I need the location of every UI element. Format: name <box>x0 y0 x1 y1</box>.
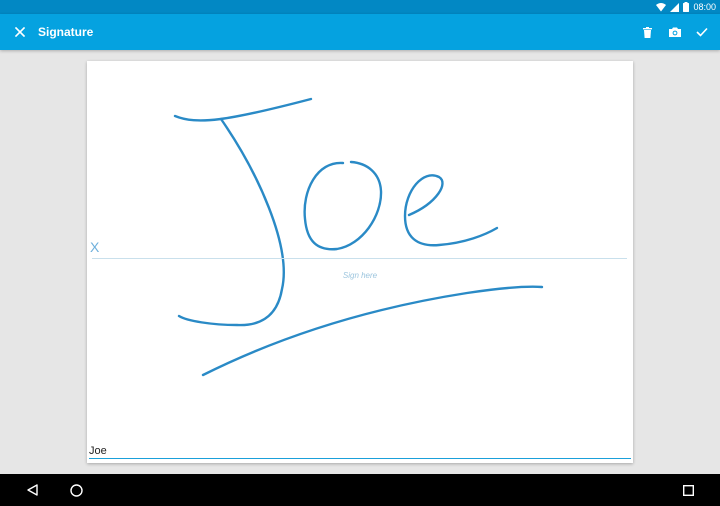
signature-card: X Sign here <box>87 61 633 463</box>
stroke-j-stem <box>177 117 285 327</box>
home-icon <box>69 483 83 497</box>
signal-icon <box>670 2 680 12</box>
status-bar: 08:00 <box>0 0 720 14</box>
stroke-o <box>303 160 383 251</box>
toolbar-title: Signature <box>38 25 94 39</box>
battery-icon <box>683 2 690 12</box>
signature-strokes <box>173 97 544 377</box>
close-icon <box>15 27 25 37</box>
recents-icon <box>682 484 694 496</box>
stroke-e <box>403 174 499 247</box>
stroke-j-top <box>173 97 313 122</box>
status-icons: 08:00 <box>656 0 716 14</box>
home-button[interactable] <box>56 474 96 506</box>
signer-name-input[interactable] <box>89 443 631 459</box>
sign-here-hint: Sign here <box>342 271 378 280</box>
navigation-bar <box>0 474 720 506</box>
confirm-button[interactable] <box>686 14 718 50</box>
wifi-icon <box>656 2 667 11</box>
delete-icon <box>642 26 652 38</box>
status-time: 08:00 <box>693 2 716 12</box>
back-icon <box>26 484 38 496</box>
recents-button[interactable] <box>668 474 708 506</box>
back-button[interactable] <box>12 474 52 506</box>
signature-canvas[interactable] <box>87 61 633 463</box>
signature-baseline <box>92 258 627 259</box>
sign-mark: X <box>90 239 100 255</box>
close-button[interactable] <box>4 14 36 50</box>
check-icon <box>696 27 708 37</box>
stroke-underline <box>201 285 544 377</box>
toolbar: Signature <box>0 14 720 50</box>
camera-icon <box>669 27 681 37</box>
